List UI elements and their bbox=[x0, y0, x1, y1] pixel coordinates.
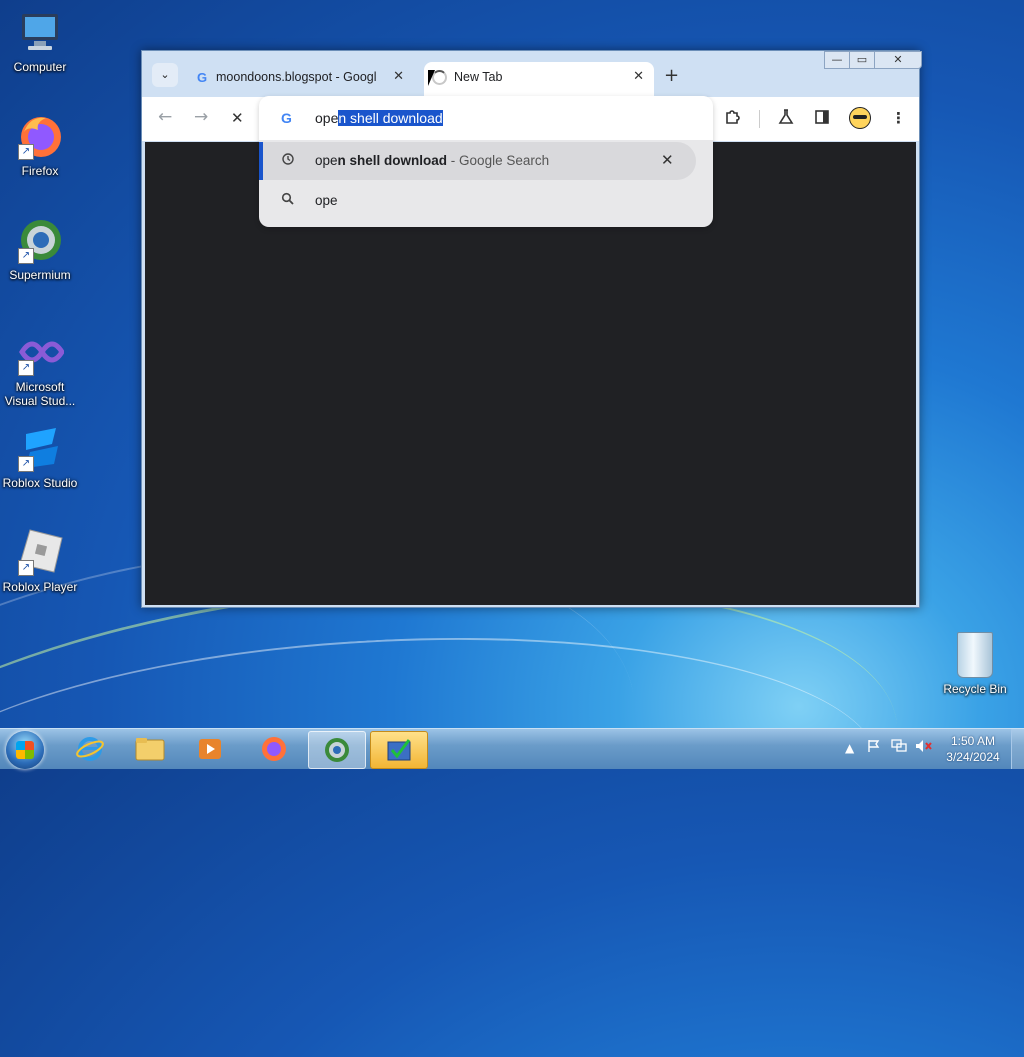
taskbar-file-explorer[interactable] bbox=[122, 731, 178, 767]
desktop-icon-label: Supermium bbox=[9, 268, 71, 282]
desktop-icon-label: Roblox Studio bbox=[2, 476, 78, 490]
labs-flask-icon[interactable] bbox=[778, 109, 794, 129]
desktop-icon-label: Computer bbox=[13, 60, 67, 74]
address-input-text[interactable]: open shell download bbox=[315, 110, 443, 126]
tab-title: New Tab bbox=[454, 70, 503, 84]
clock-time: 1:50 AM bbox=[950, 734, 996, 748]
start-button[interactable] bbox=[6, 731, 44, 769]
checkmark-app-icon bbox=[387, 739, 411, 761]
supermium-icon bbox=[325, 738, 349, 762]
computer-icon bbox=[16, 8, 64, 56]
clock-date: 3/24/2024 bbox=[946, 750, 1000, 764]
taskbar-media-player[interactable] bbox=[182, 731, 238, 767]
supermium-icon: ↗ bbox=[16, 216, 64, 264]
visual-studio-icon: ↗ bbox=[16, 328, 65, 376]
stop-loading-button[interactable]: ✕ bbox=[231, 109, 244, 127]
google-favicon-icon: G bbox=[196, 70, 208, 85]
autocomplete-selection: n shell download bbox=[338, 110, 443, 126]
menu-kebab-icon[interactable]: ⋮ bbox=[891, 109, 906, 127]
taskbar: ▲ 1:50 AM 3/24/2024 bbox=[0, 728, 1024, 769]
roblox-player-icon: ↗ bbox=[16, 528, 64, 576]
new-tab-button[interactable]: + bbox=[664, 65, 679, 86]
desktop-icon-supermium[interactable]: ↗ Supermium bbox=[0, 216, 80, 282]
shortcut-arrow-icon: ↗ bbox=[18, 248, 34, 264]
search-icon bbox=[281, 192, 295, 209]
roblox-studio-icon: ↗ bbox=[16, 424, 64, 472]
extensions-icon[interactable] bbox=[724, 109, 740, 129]
omnibox-dropdown: G open shell download open shell downloa… bbox=[259, 96, 713, 227]
suggestion-source: Google Search bbox=[459, 153, 550, 168]
desktop-icon-visual-studio[interactable]: ↗ Microsoft Visual Stud... bbox=[0, 328, 80, 408]
tab-strip: ⌄ G moondoons.blogspot - Google ✕ New Ta… bbox=[142, 51, 922, 97]
recycle-bin-icon bbox=[957, 632, 993, 678]
google-icon: G bbox=[281, 110, 292, 126]
tab-close-button[interactable]: ✕ bbox=[393, 68, 404, 84]
media-player-icon bbox=[199, 739, 221, 759]
suggestion-typed: ope bbox=[315, 153, 338, 168]
desktop-icon-label: Roblox Player bbox=[2, 580, 78, 594]
browser-window: ⌄ G moondoons.blogspot - Google ✕ New Ta… bbox=[141, 50, 922, 608]
shortcut-arrow-icon: ↗ bbox=[18, 456, 34, 472]
window-close-button[interactable]: ✕ bbox=[874, 51, 922, 69]
desktop-icon-roblox-player[interactable]: ↗ Roblox Player bbox=[0, 528, 80, 594]
suggestion-search[interactable]: ope bbox=[259, 182, 713, 218]
desktop-icon-firefox[interactable]: ↗ Firefox bbox=[0, 112, 80, 178]
taskbar-supermium[interactable] bbox=[308, 731, 366, 769]
taskbar-app-checkmark[interactable] bbox=[370, 731, 428, 769]
windows-logo-icon bbox=[16, 741, 34, 759]
clock[interactable]: 1:50 AM 3/24/2024 bbox=[935, 733, 1011, 765]
tab-new-tab[interactable]: New Tab ✕ bbox=[424, 62, 654, 97]
suggestion-text: ope bbox=[315, 193, 338, 208]
network-icon[interactable] bbox=[891, 739, 907, 756]
minimize-button[interactable]: — bbox=[824, 51, 850, 69]
desktop-icon-roblox-studio[interactable]: ↗ Roblox Studio bbox=[0, 424, 80, 490]
folder-icon bbox=[135, 738, 165, 761]
remove-suggestion-button[interactable]: ✕ bbox=[661, 151, 674, 169]
show-desktop-button[interactable] bbox=[1011, 729, 1024, 769]
desktop-icon-label: Firefox bbox=[21, 164, 59, 178]
wallpaper-swoosh bbox=[0, 614, 888, 968]
taskbar-internet-explorer[interactable] bbox=[62, 731, 118, 767]
mouse-cursor-icon bbox=[428, 70, 442, 86]
shortcut-arrow-icon: ↗ bbox=[18, 360, 34, 376]
tab-title: moondoons.blogspot - Google bbox=[216, 70, 376, 84]
back-button[interactable]: ← bbox=[158, 107, 172, 127]
tab-moondoons[interactable]: G moondoons.blogspot - Google ✕ bbox=[186, 62, 414, 97]
desktop-icon-label: Recycle Bin bbox=[943, 682, 1007, 696]
tab-close-button[interactable]: ✕ bbox=[633, 68, 644, 84]
shortcut-arrow-icon: ↗ bbox=[18, 560, 34, 576]
firefox-icon: ↗ bbox=[16, 112, 64, 160]
toolbar-separator bbox=[759, 110, 760, 128]
profile-avatar[interactable] bbox=[849, 107, 871, 129]
firefox-icon bbox=[262, 737, 286, 761]
tab-search-button[interactable]: ⌄ bbox=[152, 63, 178, 87]
typed-text: ope bbox=[315, 110, 339, 126]
internet-explorer-icon bbox=[76, 737, 104, 761]
action-center-flag-icon[interactable] bbox=[867, 739, 881, 756]
history-icon bbox=[281, 152, 295, 169]
suggestion-text: open shell download - Google Search bbox=[315, 153, 549, 168]
suggestion-separator: - bbox=[447, 153, 460, 168]
maximize-button[interactable]: ▭ bbox=[849, 51, 875, 69]
suggestion-completion: n shell download bbox=[337, 153, 448, 168]
taskbar-firefox[interactable] bbox=[246, 731, 302, 767]
desktop-icon-label: Microsoft Visual Stud... bbox=[4, 380, 76, 408]
desktop-icon-recycle-bin[interactable]: Recycle Bin bbox=[935, 632, 1015, 696]
address-bar[interactable]: G open shell download bbox=[259, 96, 713, 140]
forward-button[interactable]: → bbox=[194, 107, 208, 127]
desktop-icon-computer[interactable]: Computer bbox=[0, 8, 80, 74]
shortcut-arrow-icon: ↗ bbox=[18, 144, 34, 160]
side-panel-icon[interactable] bbox=[814, 109, 830, 129]
suggestion-history[interactable]: open shell download - Google Search ✕ bbox=[259, 142, 696, 180]
volume-muted-icon[interactable] bbox=[915, 739, 933, 756]
tray-overflow-icon[interactable]: ▲ bbox=[845, 741, 854, 755]
